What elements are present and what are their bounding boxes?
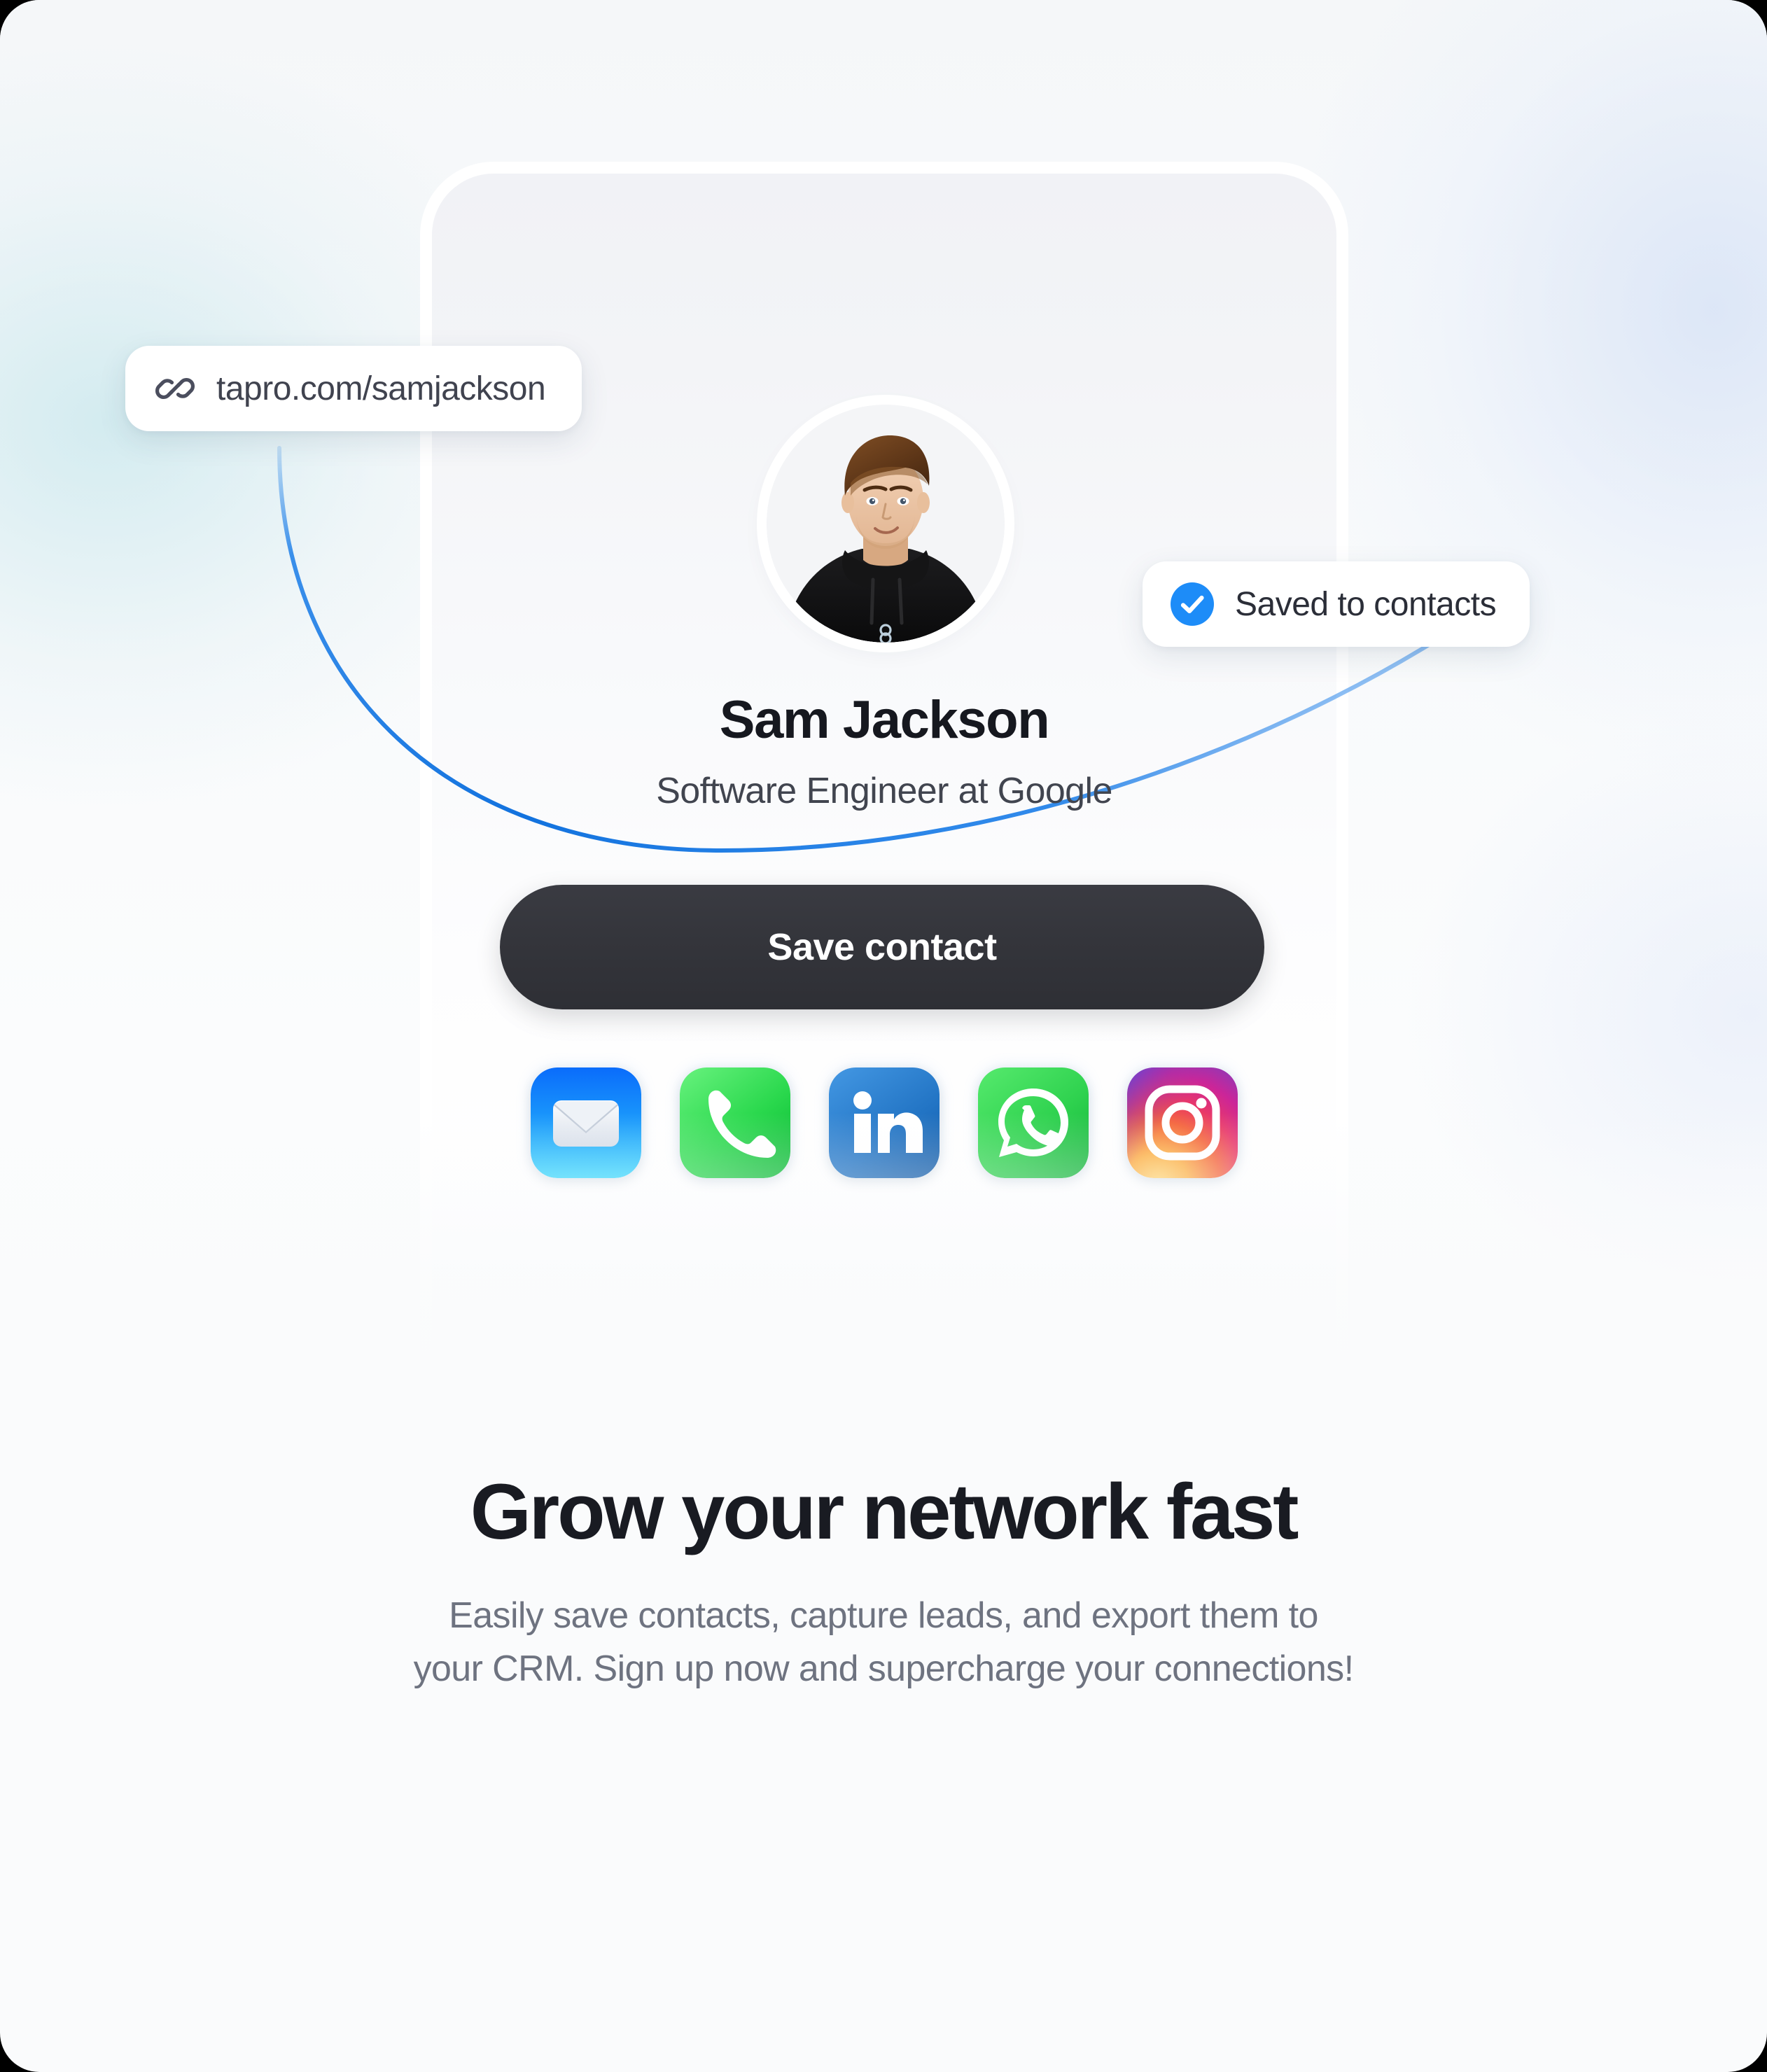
social-links-row [432,1068,1336,1178]
link-icon [155,377,195,400]
linkedin-icon[interactable] [829,1068,940,1178]
avatar-photo [767,405,1005,643]
phone-icon[interactable] [680,1068,790,1178]
whatsapp-icon[interactable] [978,1068,1089,1178]
subcopy-line-2: your CRM. Sign up now and supercharge yo… [413,1648,1354,1689]
mail-icon[interactable] [531,1068,641,1178]
save-contact-button[interactable]: Save contact [500,885,1264,1009]
profile-name: Sam Jackson [719,690,1050,750]
profile-title: Software Engineer at Google [656,771,1112,811]
saved-to-contacts-text: Saved to contacts [1235,585,1497,623]
saved-to-contacts-badge[interactable]: Saved to contacts [1143,561,1530,647]
subcopy-line-1: Easily save contacts, capture leads, and… [449,1595,1318,1636]
instagram-icon[interactable] [1127,1068,1238,1178]
subcopy: Easily save contacts, capture leads, and… [0,1590,1767,1696]
avatar [767,405,1005,643]
hero-illustration: Sam Jackson Software Engineer at Google … [0,0,1767,1407]
promo-card-root: Sam Jackson Software Engineer at Google … [0,0,1767,2072]
check-circle-icon [1171,582,1214,626]
headline: Grow your network fast [470,1468,1299,1555]
promo-copy: Grow your network fast Easily save conta… [0,1468,1767,1696]
profile-url-badge[interactable]: tapro.com/samjackson [125,346,582,431]
profile-url-text: tapro.com/samjackson [216,370,546,407]
